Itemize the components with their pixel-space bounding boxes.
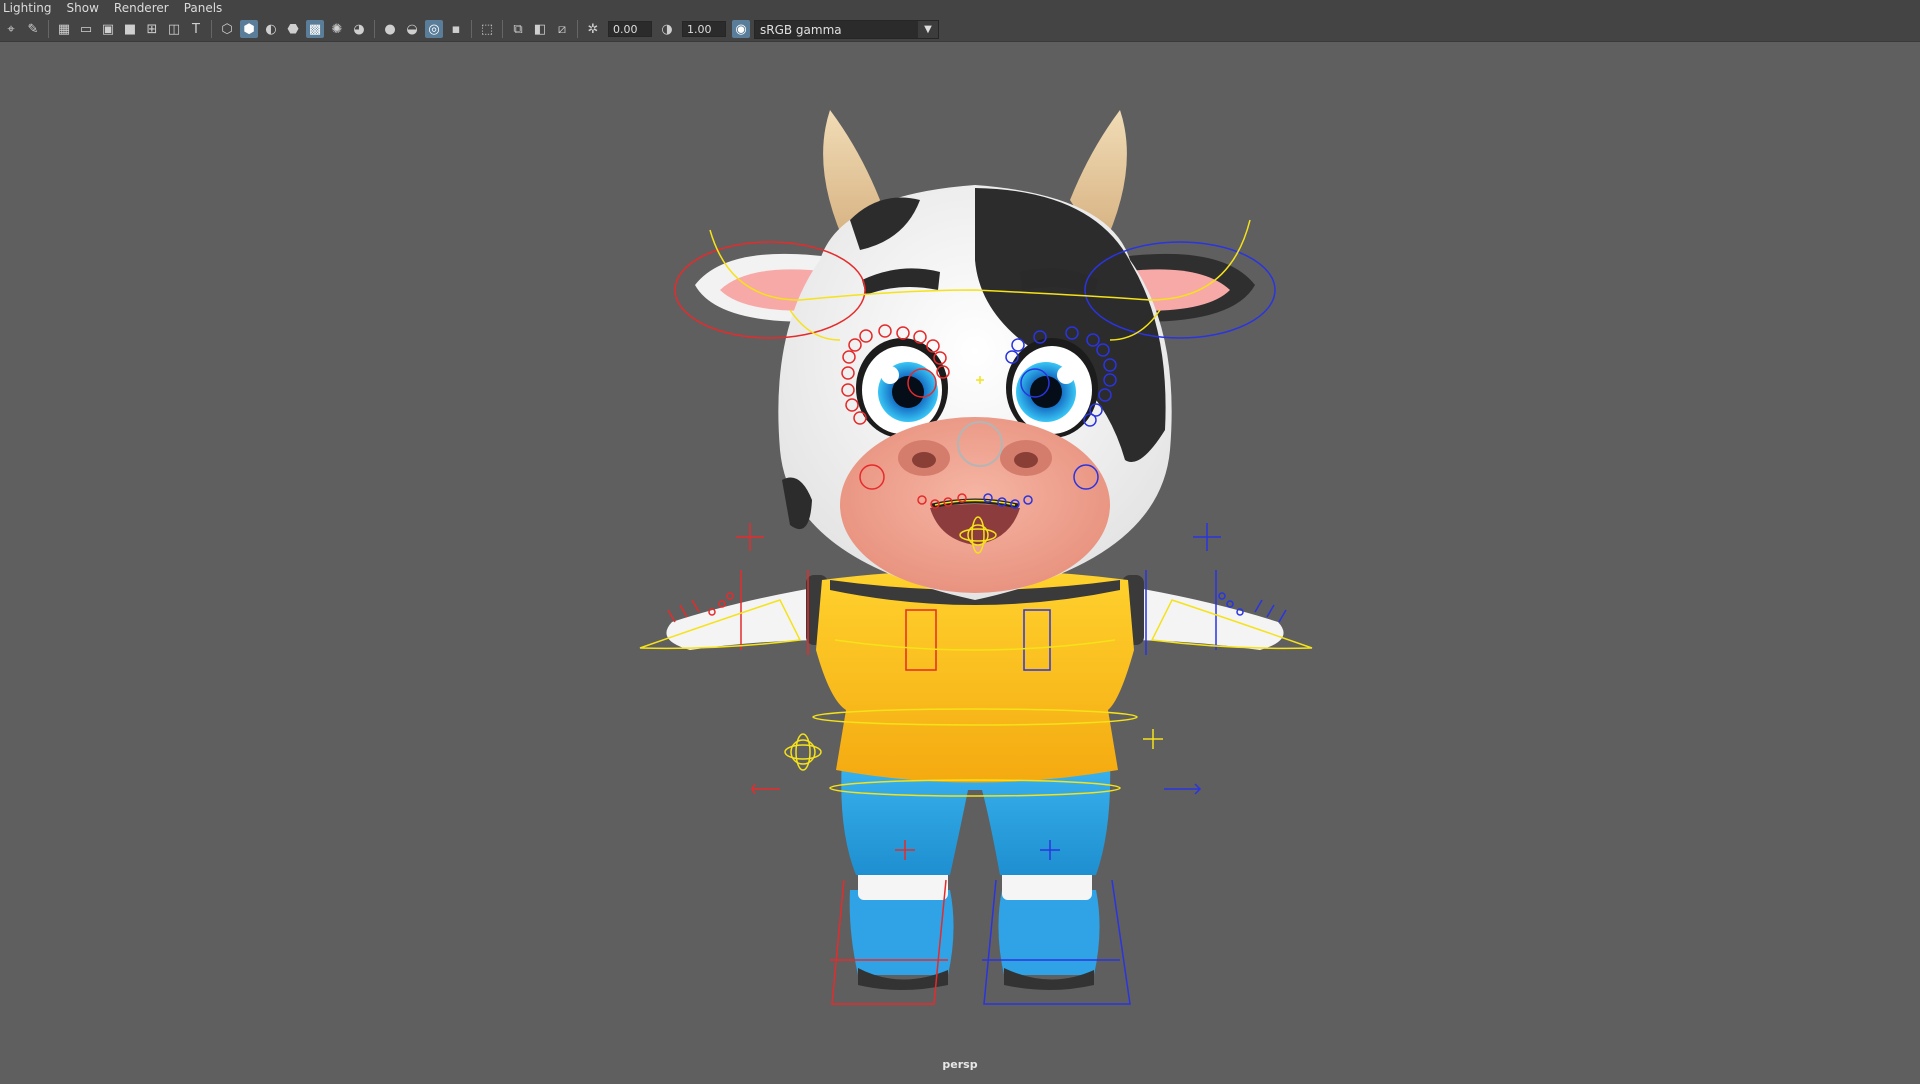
menu-renderer[interactable]: Renderer bbox=[111, 0, 181, 17]
left-arm bbox=[666, 585, 830, 650]
film-gate-icon[interactable]: ▭ bbox=[77, 20, 95, 38]
color-space-dropdown[interactable]: sRGB gamma ▼ bbox=[754, 19, 939, 39]
anti-aliasing-icon[interactable]: ◎ bbox=[425, 20, 443, 38]
camera-name-label: persp bbox=[942, 1058, 978, 1071]
wireframe-icon[interactable]: ⬡ bbox=[218, 20, 236, 38]
menu-show[interactable]: Show bbox=[64, 0, 111, 17]
menu-panels[interactable]: Panels bbox=[181, 0, 235, 17]
safe-action-icon[interactable]: ◫ bbox=[165, 20, 183, 38]
toolbar-divider bbox=[374, 20, 375, 38]
scene-render bbox=[639, 110, 1313, 1005]
shoes bbox=[849, 890, 1100, 990]
motion-blur-icon[interactable]: ◒ bbox=[403, 20, 421, 38]
menu-lighting[interactable]: Lighting bbox=[0, 0, 64, 17]
panel-toolbar: ⌖ ✎ ▦ ▭ ▣ ■ ⊞ ◫ T ⬡ ⬢ ◐ ⬣ ▩ ✺ ◕ ● ◒ ◎ ▪ … bbox=[0, 17, 1920, 42]
isolate-select-icon[interactable]: ⬚ bbox=[478, 20, 496, 38]
wireframe-on-shaded-icon[interactable]: ⬣ bbox=[284, 20, 302, 38]
toolbar-divider bbox=[48, 20, 49, 38]
color-management-icon[interactable]: ◉ bbox=[732, 20, 750, 38]
camera-attributes-icon[interactable]: ✎ bbox=[24, 20, 42, 38]
depth-of-field-icon[interactable]: ▪ bbox=[447, 20, 465, 38]
exposure-icon[interactable]: ✲ bbox=[584, 20, 602, 38]
select-camera-icon[interactable]: ⌖ bbox=[2, 20, 20, 38]
gamma-icon[interactable]: ◑ bbox=[658, 20, 676, 38]
shadows-icon[interactable]: ◕ bbox=[350, 20, 368, 38]
default-material-icon[interactable]: ◐ bbox=[262, 20, 280, 38]
panel-menubar: Lighting Show Renderer Panels bbox=[0, 0, 1920, 17]
safe-title-icon[interactable]: T bbox=[187, 20, 205, 38]
xray-joints-icon[interactable]: ⧉ bbox=[509, 20, 527, 38]
toolbar-divider bbox=[577, 20, 578, 38]
gate-mask-icon[interactable]: ■ bbox=[121, 20, 139, 38]
xray-active-icon[interactable]: ◧ bbox=[531, 20, 549, 38]
xray-icon[interactable]: ▩ bbox=[306, 20, 324, 38]
chevron-down-icon[interactable]: ▼ bbox=[918, 20, 938, 38]
use-lights-icon[interactable]: ✺ bbox=[328, 20, 346, 38]
xray-components-icon[interactable]: ⧄ bbox=[553, 20, 571, 38]
toolbar-divider bbox=[471, 20, 472, 38]
color-space-label: sRGB gamma bbox=[760, 22, 842, 37]
toolbar-divider bbox=[502, 20, 503, 38]
screen-space-ao-icon[interactable]: ● bbox=[381, 20, 399, 38]
smooth-shade-icon[interactable]: ⬢ bbox=[240, 20, 258, 38]
toolbar-divider bbox=[211, 20, 212, 38]
field-chart-icon[interactable]: ⊞ bbox=[143, 20, 161, 38]
gamma-field[interactable]: 1.00 bbox=[682, 21, 726, 37]
grid-icon[interactable]: ▦ bbox=[55, 20, 73, 38]
right-arm bbox=[1120, 585, 1284, 650]
resolution-gate-icon[interactable]: ▣ bbox=[99, 20, 117, 38]
exposure-field[interactable]: 0.00 bbox=[608, 21, 652, 37]
viewport-3d[interactable]: persp bbox=[0, 42, 1920, 1080]
